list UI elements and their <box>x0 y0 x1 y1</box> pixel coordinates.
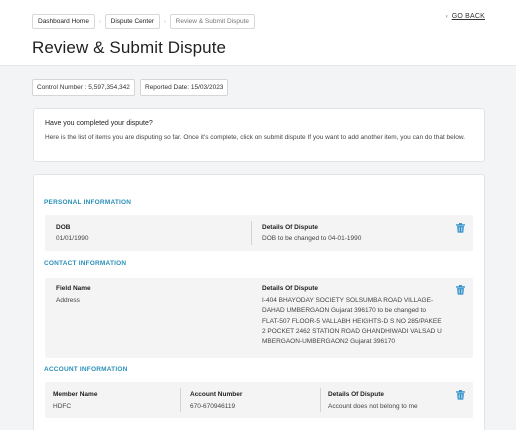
go-back-label: GO BACK <box>451 13 485 20</box>
account-information-heading: ACCOUNT INFORMATION <box>44 366 128 373</box>
personal-dispute-item: DOB 01/01/1990 Details Of Dispute DOB to… <box>45 215 473 251</box>
member-name-value: HDFC <box>53 403 72 410</box>
contact-information-heading: CONTACT INFORMATION <box>44 260 127 267</box>
page-title: Review & Submit Dispute <box>32 38 227 57</box>
notice-question: Have you completed your dispute? <box>45 120 153 127</box>
account-number-label: Account Number <box>190 391 243 398</box>
breadcrumb-dashboard-home[interactable]: Dashboard Home <box>32 14 95 29</box>
breadcrumb-dispute-center[interactable]: Dispute Center <box>104 14 160 29</box>
details-of-dispute-label: Details Of Dispute <box>262 285 318 292</box>
column-divider <box>180 388 181 412</box>
breadcrumb-separator: › <box>163 18 166 25</box>
details-of-dispute-label: Details Of Dispute <box>328 391 384 398</box>
trash-icon[interactable] <box>456 390 465 400</box>
contact-dispute-item: Field Name Address Details Of Dispute I-… <box>45 278 473 358</box>
dob-value: 01/01/1990 <box>56 235 89 242</box>
account-number-value: 670-670946119 <box>190 403 236 410</box>
breadcrumb-separator: › <box>98 18 101 25</box>
page-header: Dashboard Home › Dispute Center › Review… <box>0 0 516 66</box>
trash-icon[interactable] <box>456 223 465 233</box>
field-name-value: Address <box>56 297 80 304</box>
account-dispute-item: Member Name HDFC Account Number 670-6709… <box>45 382 473 418</box>
notice-description: Here is the list of items you are disput… <box>45 134 465 141</box>
column-divider <box>251 221 252 245</box>
chevron-left-icon: ‹ <box>445 13 448 20</box>
breadcrumb: Dashboard Home › Dispute Center › Review… <box>32 14 255 29</box>
dob-label: DOB <box>56 224 71 231</box>
reported-date-badge: Reported Date: 15/03/2023 <box>140 79 229 96</box>
dispute-completion-notice: Have you completed your dispute? Here is… <box>33 108 485 162</box>
details-of-dispute-value: Account does not belong to me <box>328 403 418 410</box>
details-of-dispute-label: Details Of Dispute <box>262 224 318 231</box>
field-name-label: Field Name <box>56 285 91 292</box>
details-of-dispute-value: I-404 BHAYODAY SOCIETY SOLSUMBA ROAD VIL… <box>262 297 442 346</box>
column-divider <box>320 388 321 412</box>
details-of-dispute-value: DOB to be changed to 04-01-1990 <box>262 235 362 242</box>
trash-icon[interactable] <box>456 285 465 295</box>
breadcrumb-current-page: Review & Submit Dispute <box>169 14 255 29</box>
dispute-items-panel: PERSONAL INFORMATION DOB 01/01/1990 Deta… <box>33 174 485 430</box>
control-number-badge: Control Number : 5,597,354,342 <box>32 79 135 96</box>
personal-information-heading: PERSONAL INFORMATION <box>44 199 132 206</box>
member-name-label: Member Name <box>53 391 98 398</box>
go-back-link[interactable]: ‹ GO BACK <box>446 13 485 20</box>
